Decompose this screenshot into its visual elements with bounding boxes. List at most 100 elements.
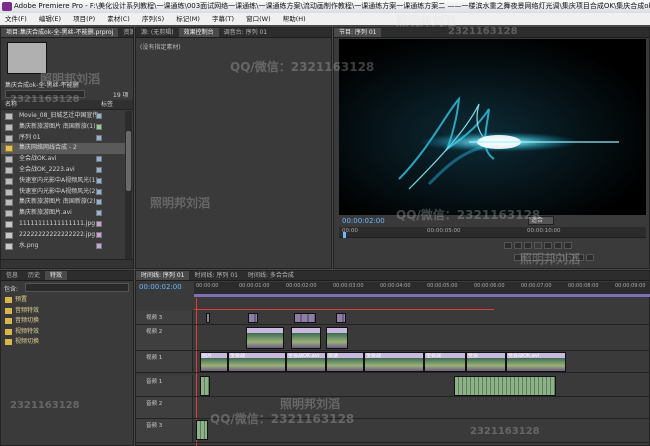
timeline-clip[interactable]: 快速 <box>326 352 364 372</box>
label-swatch <box>96 134 102 141</box>
program-time-ruler[interactable]: 00:00 00:00:05:00 00:00:10:00 <box>339 227 646 238</box>
column-name[interactable]: 名称 <box>5 100 17 110</box>
playhead-marker[interactable] <box>343 232 346 238</box>
timeline-clip[interactable]: 全会战OK.avi <box>286 352 326 372</box>
loop-button[interactable] <box>554 242 562 249</box>
folder-video-effects[interactable]: 视频特效 <box>1 327 133 338</box>
timeline-clip[interactable] <box>326 327 348 349</box>
lift-button[interactable] <box>556 254 564 261</box>
tab-timeline-seq01-b[interactable]: 时间线: 序列 01 <box>189 271 242 280</box>
timeline-clip[interactable] <box>206 313 210 323</box>
trim-button[interactable] <box>576 254 584 261</box>
effects-panel: 信息 历史 特效 包含: 预置 音频特效 音频切换 视频特效 视频切换 <box>0 270 134 446</box>
menu-help[interactable]: 帮助(H) <box>278 15 311 23</box>
safe-margins-button[interactable] <box>564 242 572 249</box>
timeline-clip[interactable]: 全会战 <box>424 352 466 372</box>
tab-effect-controls[interactable]: 效果控制台 <box>178 28 219 37</box>
folder-audio-effects[interactable]: 音频特效 <box>1 306 133 317</box>
timeline-clip[interactable]: 全会战 <box>228 352 286 372</box>
list-item[interactable]: 全会战OK_2223.avi <box>1 165 125 176</box>
clip-label: 全会战 <box>230 353 246 359</box>
track-header-video-2[interactable]: 视频 2 <box>136 325 193 350</box>
timeline-ruler[interactable]: 00:00:00 00:00:01:00 00:00:02:00 00:00:0… <box>194 282 650 294</box>
track-header-audio-2[interactable]: 音频 2 <box>136 397 193 418</box>
tab-source[interactable]: 源: (无剪辑) <box>136 28 179 37</box>
track-audio-1: 音频 1 <box>136 375 650 397</box>
export-frame-button[interactable] <box>586 254 594 261</box>
project-scrollbar[interactable] <box>125 111 132 259</box>
extract-button[interactable] <box>566 254 574 261</box>
shuttle-slider[interactable] <box>524 254 554 261</box>
track-header-video-1[interactable]: 视频 1 <box>136 351 193 372</box>
timeline-clip[interactable]: 全会战OK.avi <box>506 352 566 372</box>
list-item[interactable]: 全会战OK.avi <box>1 154 125 165</box>
timeline-timecode[interactable]: 00:00:02:00 <box>139 283 182 291</box>
tab-effects[interactable]: 特效 <box>45 271 68 280</box>
mark-out-button[interactable] <box>514 242 522 249</box>
zoom-value: 适合 <box>531 217 544 224</box>
program-tabs: 节目: 序列 01 <box>334 28 649 38</box>
track-header-audio-3[interactable]: 音频 3 <box>136 419 193 442</box>
folder-audio-transitions[interactable]: 音频切换 <box>1 316 133 327</box>
mark-in-button[interactable] <box>504 242 512 249</box>
list-item[interactable]: 11111111111111111.jpg <box>1 219 125 230</box>
track-header-video-3[interactable]: 视频 3 <box>136 311 193 324</box>
folder-presets[interactable]: 预置 <box>1 295 133 306</box>
list-item[interactable]: 集庆新旅游图片 南国新旅(1) <box>1 122 125 133</box>
timeline-clip[interactable] <box>336 313 346 323</box>
timeline-clip[interactable]: 图片 <box>200 352 228 372</box>
project-search-input[interactable] <box>5 90 85 98</box>
tab-history[interactable]: 历史 <box>23 271 45 280</box>
step-forward-button[interactable] <box>544 242 552 249</box>
timeline-clip[interactable] <box>291 327 321 349</box>
menu-title[interactable]: 字幕(T) <box>207 15 239 23</box>
menu-clip[interactable]: 素材(C) <box>102 15 135 23</box>
list-item[interactable]: 集庆新旅游图片.avi <box>1 208 125 219</box>
timeline-clip[interactable] <box>246 327 284 349</box>
zoom-select[interactable]: 适合 <box>528 216 554 225</box>
timeline-audio-clip[interactable] <box>200 376 210 396</box>
program-timecode[interactable]: 00:00:02:00 <box>342 217 385 225</box>
scrollbar-thumb[interactable] <box>126 131 131 191</box>
label-swatch <box>96 177 102 184</box>
ruler-label: 00:00:10:00 <box>527 228 561 234</box>
tab-timeline-seq01[interactable]: 时间线: 序列 01 <box>136 271 190 280</box>
list-item[interactable]: 快速室内光影中A视频风光(1) <box>1 176 125 187</box>
play-button[interactable] <box>534 242 542 249</box>
list-item[interactable]: 集庆网络网线合成 - 2 <box>1 143 125 155</box>
tab-project[interactable]: 项目:集庆合成ok-全-黑丝-不能删.prproj <box>1 28 119 37</box>
image-icon <box>5 220 13 228</box>
timeline-clip[interactable]: 全会战 <box>364 352 424 372</box>
timeline-audio-clip[interactable] <box>196 420 208 440</box>
menu-sequence[interactable]: 序列(S) <box>137 15 169 23</box>
tab-audio-mixer[interactable]: 调音台: 序列 01 <box>219 28 272 37</box>
tab-program[interactable]: 节目: 序列 01 <box>334 28 382 37</box>
list-item[interactable]: 序列 01 <box>1 133 125 144</box>
timeline-audio-clip[interactable] <box>454 376 556 396</box>
timeline-clip[interactable] <box>248 313 258 323</box>
video-clip-icon <box>5 166 13 174</box>
work-area-bar[interactable] <box>194 294 650 297</box>
menu-edit[interactable]: 编辑(E) <box>34 15 66 23</box>
timeline-clip[interactable]: 全会 <box>466 352 506 372</box>
list-item[interactable]: Movie_08_旧城艺迁中国宣传 <box>1 111 125 122</box>
list-item[interactable]: 22222222222222222.jpg <box>1 230 125 241</box>
folder-video-transitions[interactable]: 视频切换 <box>1 337 133 348</box>
tab-timeline-multi[interactable]: 时间线: 多合合成 <box>243 271 299 280</box>
menu-window[interactable]: 窗口(W) <box>241 15 276 23</box>
jog-button[interactable] <box>514 254 522 261</box>
track-header-audio-1[interactable]: 音频 1 <box>136 375 193 396</box>
track-audio-3: 音频 3 <box>136 419 650 443</box>
list-item[interactable]: 集庆新旅游图片 南国新旅(2) <box>1 197 125 208</box>
effects-search-input[interactable] <box>25 283 129 292</box>
tab-media-browser[interactable]: 资源管理器 <box>118 28 133 37</box>
menu-file[interactable]: 文件(F) <box>0 15 32 23</box>
timeline-clip[interactable] <box>294 313 316 323</box>
menu-marker[interactable]: 标记(M) <box>171 15 205 23</box>
step-back-button[interactable] <box>524 242 532 249</box>
list-item[interactable]: 快速室内光影中A视频风光(2) <box>1 187 125 198</box>
tab-info[interactable]: 信息 <box>1 271 23 280</box>
column-label[interactable]: 标签 <box>101 100 113 110</box>
list-item[interactable]: 水.png <box>1 241 125 252</box>
menu-project[interactable]: 项目(P) <box>68 15 100 23</box>
